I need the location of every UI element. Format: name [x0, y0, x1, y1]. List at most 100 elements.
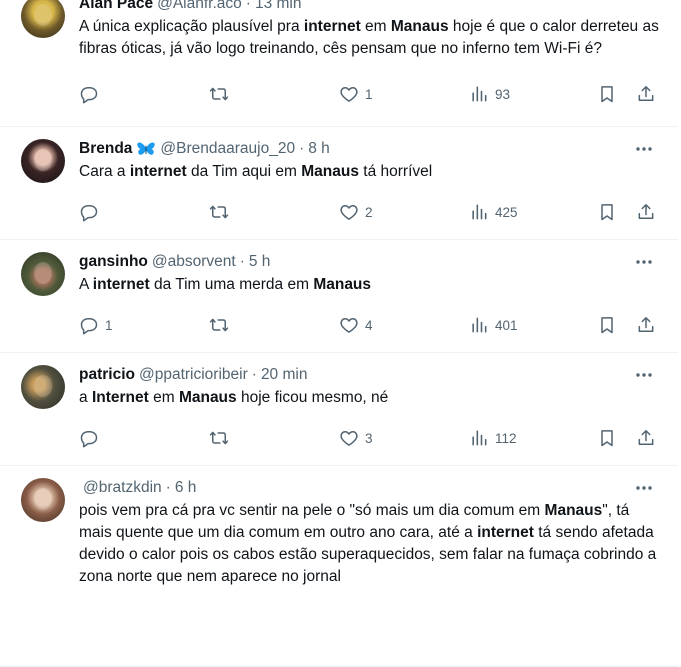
- reply-icon: [80, 431, 98, 448]
- views-button[interactable]: 401: [469, 314, 518, 336]
- like-count: 2: [365, 204, 373, 220]
- views-icon: [472, 204, 487, 220]
- views-icon: [472, 317, 487, 333]
- views-count: 93: [495, 86, 511, 102]
- tweet[interactable]: @bratzkdin · 6 h pois vem pra cá pra vc …: [0, 466, 678, 667]
- timeline: Alan Pace @Alanfr.aco · 13 min A única e…: [0, 0, 678, 667]
- tweet[interactable]: gansinho @absorvent · 5 h A internet da …: [0, 240, 678, 353]
- share-button[interactable]: [636, 83, 656, 105]
- like-icon: [340, 318, 358, 333]
- tweet[interactable]: Brenda @Brendaaraujo_20 · 8 h Cara a int…: [0, 127, 678, 240]
- views-button[interactable]: 112: [469, 427, 517, 449]
- views-count: 425: [495, 204, 518, 220]
- bookmark-button[interactable]: [597, 427, 617, 449]
- avatar[interactable]: [21, 252, 65, 296]
- more-icon[interactable]: [632, 365, 656, 385]
- retweet-icon: [209, 87, 229, 101]
- retweet-icon: [209, 205, 229, 219]
- avatar[interactable]: [21, 0, 65, 38]
- tweet[interactable]: patricio @ppatricioribeir · 20 min a Int…: [0, 353, 678, 466]
- tweet-text: pois vem pra cá pra vc sentir na pele o …: [79, 502, 657, 585]
- tweet-actions: 1 4 401: [79, 314, 662, 336]
- like-icon: [340, 431, 358, 446]
- avatar[interactable]: [21, 139, 65, 183]
- timestamp[interactable]: 13 min: [255, 0, 302, 13]
- display-name[interactable]: gansinho: [79, 253, 148, 271]
- tweet-actions: 1 93: [79, 83, 662, 105]
- reply-icon: [80, 205, 98, 222]
- retweet-icon: [209, 431, 229, 445]
- bookmark-icon: [601, 317, 613, 334]
- like-count: 3: [365, 430, 373, 446]
- username[interactable]: @ppatricioribeir: [139, 366, 248, 384]
- tweet-header: Brenda @Brendaaraujo_20 · 8 h: [79, 140, 330, 158]
- bookmark-button[interactable]: [597, 314, 617, 336]
- tweet-header: @bratzkdin · 6 h: [83, 479, 197, 497]
- display-name[interactable]: patricio: [79, 366, 135, 384]
- timestamp[interactable]: 6 h: [175, 479, 197, 497]
- timestamp[interactable]: 5 h: [249, 253, 271, 271]
- views-button[interactable]: 425: [469, 201, 518, 223]
- tweet-header: gansinho @absorvent · 5 h: [79, 253, 271, 271]
- share-icon: [638, 204, 654, 219]
- username[interactable]: @Alanfr.aco: [157, 0, 242, 13]
- retweet-icon: [209, 318, 229, 332]
- reply-button[interactable]: 1: [79, 314, 113, 336]
- share-icon: [638, 317, 654, 332]
- tweet-text: a Internet em Manaus hoje ficou mesmo, n…: [79, 389, 389, 406]
- tweet-text: Cara a internet da Tim aqui em Manaus tá…: [79, 163, 433, 180]
- butterfly-icon: [137, 142, 156, 155]
- username[interactable]: @Brendaaraujo_20: [160, 140, 295, 158]
- like-icon: [340, 87, 358, 102]
- bookmark-icon: [601, 204, 613, 221]
- tweet-text: A internet da Tim uma merda em Manaus: [79, 276, 372, 293]
- like-button[interactable]: 4: [339, 314, 373, 336]
- retweet-button[interactable]: [209, 83, 235, 105]
- reply-button[interactable]: [79, 83, 105, 105]
- reply-button[interactable]: [79, 427, 105, 449]
- more-icon[interactable]: [632, 139, 656, 159]
- like-button[interactable]: 1: [339, 83, 373, 105]
- share-icon: [638, 430, 654, 445]
- reply-icon: [80, 87, 98, 104]
- like-button[interactable]: 2: [339, 201, 373, 223]
- retweet-button[interactable]: [209, 314, 235, 336]
- reply-button[interactable]: [79, 201, 105, 223]
- views-icon: [472, 430, 487, 446]
- views-icon: [472, 86, 487, 102]
- like-button[interactable]: 3: [339, 427, 373, 449]
- display-name[interactable]: Alan Pace: [79, 0, 153, 13]
- username[interactable]: @absorvent: [152, 253, 236, 271]
- retweet-button[interactable]: [209, 427, 235, 449]
- share-button[interactable]: [636, 314, 656, 336]
- reply-count: 1: [105, 317, 113, 333]
- bookmark-icon: [601, 430, 613, 447]
- share-button[interactable]: [636, 427, 656, 449]
- tweet[interactable]: Alan Pace @Alanfr.aco · 13 min A única e…: [0, 0, 678, 127]
- views-button[interactable]: 93: [469, 83, 510, 105]
- tweet-text: A única explicação plausível pra interne…: [79, 18, 659, 57]
- views-count: 112: [495, 430, 517, 446]
- views-count: 401: [495, 317, 518, 333]
- like-icon: [340, 205, 358, 220]
- tweet-header: Alan Pace @Alanfr.aco · 13 min: [79, 0, 662, 14]
- reply-icon: [80, 318, 98, 335]
- avatar[interactable]: [21, 478, 65, 522]
- avatar[interactable]: [21, 365, 65, 409]
- retweet-button[interactable]: [209, 201, 235, 223]
- share-icon: [638, 86, 654, 101]
- like-count: 1: [365, 86, 373, 102]
- display-name[interactable]: Brenda: [79, 140, 132, 158]
- bookmark-icon: [601, 86, 613, 103]
- like-count: 4: [365, 317, 373, 333]
- bookmark-button[interactable]: [597, 201, 617, 223]
- more-icon[interactable]: [632, 478, 656, 498]
- more-icon[interactable]: [632, 252, 656, 272]
- timestamp[interactable]: 20 min: [261, 366, 308, 384]
- bookmark-button[interactable]: [597, 83, 617, 105]
- tweet-actions: 2 425: [79, 201, 662, 223]
- username[interactable]: @bratzkdin: [83, 479, 162, 497]
- timestamp[interactable]: 8 h: [308, 140, 330, 158]
- share-button[interactable]: [636, 201, 656, 223]
- tweet-header: patricio @ppatricioribeir · 20 min: [79, 366, 308, 384]
